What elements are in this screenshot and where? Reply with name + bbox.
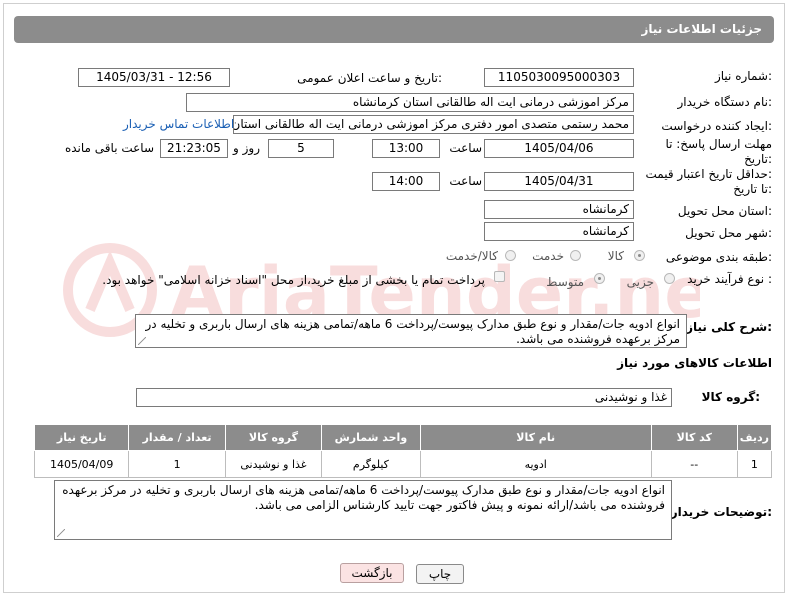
resize-grip-icon[interactable]	[57, 529, 65, 537]
cell-row: 1	[736, 450, 773, 478]
col-group: گروه کالا	[224, 424, 323, 451]
category-option-service: خدمت	[532, 249, 564, 263]
cell-code: --	[650, 450, 738, 478]
page-title: جزئیات اطلاعات نیاز	[641, 22, 762, 36]
buyer-notes-label: توضیحات خریدار:	[670, 505, 772, 519]
buyer-contact-link[interactable]: اطلاعات تماس خریدار	[123, 117, 234, 131]
process-option-medium: متوسط	[546, 275, 584, 289]
category-radio-goods[interactable]	[634, 250, 645, 261]
cell-qty: 1	[128, 450, 226, 478]
process-option-minor: جزیی	[626, 275, 654, 289]
cell-name: ادویه	[419, 450, 652, 478]
announce-field[interactable]: 1405/03/31 - 12:56	[78, 68, 230, 87]
buyer-notes-textarea[interactable]: انواع ادویه جات/مقدار و نوع طبق مدارک پی…	[54, 480, 672, 540]
creator-label: ایجاد کننده درخواست:	[661, 119, 772, 133]
description-text: انواع ادویه جات/مقدار و نوع طبق مدارک پی…	[145, 317, 680, 346]
remaining-time-field[interactable]: 21:23:05	[160, 139, 228, 158]
goods-table-header-row: ردیف کد کالا نام کالا واحد شمارش گروه کا…	[33, 424, 773, 451]
category-radio-service[interactable]	[570, 250, 581, 261]
process-label: نوع فرآیند خرید :	[687, 272, 772, 286]
process-radio-medium[interactable]	[594, 273, 605, 284]
col-date: تاریخ نیاز	[33, 424, 130, 451]
deadline-date-field[interactable]: 1405/04/06	[484, 139, 634, 158]
page-header: جزئیات اطلاعات نیاز	[14, 16, 774, 43]
deadline-label-date: تاریخ:	[744, 152, 772, 166]
validity-label: حداقل تاریخ اعتبار قیمت:	[645, 167, 772, 181]
treasury-payment-note: پرداخت تمام یا بخشی از مبلغ خرید،از محل …	[102, 273, 485, 287]
need-number-field[interactable]: 1105030095000303	[484, 68, 634, 87]
buyer-label: نام دستگاه خریدار:	[677, 95, 773, 109]
buyer-field[interactable]: مرکز اموزشی درمانی ایت اله طالقانی استان…	[186, 93, 634, 112]
category-option-goods: کالا	[607, 249, 624, 263]
goods-section-title: اطلاعات کالاهای مورد نیاز	[617, 356, 772, 370]
goods-group-label: گروه کالا:	[701, 390, 760, 404]
need-number-label: شماره نیاز:	[714, 69, 772, 83]
creator-field[interactable]: محمد رستمی متصدی امور دفتری مرکز اموزشی …	[233, 115, 634, 134]
province-label: استان محل تحویل:	[677, 204, 772, 218]
days-label: روز و	[233, 141, 260, 155]
col-unit: واحد شمارش	[321, 424, 421, 451]
validity-time-field[interactable]: 14:00	[372, 172, 440, 191]
announce-label: تاریخ و ساعت اعلان عمومی:	[297, 71, 442, 85]
city-label: شهر محل تحویل:	[685, 226, 772, 240]
cell-unit: کیلوگرم	[321, 450, 421, 478]
goods-table: ردیف کد کالا نام کالا واحد شمارش گروه کا…	[33, 424, 773, 478]
deadline-label: مهلت ارسال پاسخ: تا	[665, 137, 772, 151]
col-qty: تعداد / مقدار	[128, 424, 226, 451]
province-field[interactable]: کرمانشاه	[484, 200, 634, 219]
cell-date: 1405/04/09	[33, 450, 130, 478]
cell-group: غذا و نوشیدنی	[224, 450, 323, 478]
deadline-time-field[interactable]: 13:00	[372, 139, 440, 158]
category-radio-goods-service[interactable]	[505, 250, 516, 261]
goods-group-field[interactable]: غذا و نوشیدنی	[136, 388, 672, 407]
validity-label-date: تا تاریخ:	[733, 182, 772, 196]
buyer-notes-text: انواع ادویه جات/مقدار و نوع طبق مدارک پی…	[62, 483, 665, 512]
description-label: شرح کلی نیاز:	[686, 320, 772, 334]
remaining-label: ساعت باقی مانده	[64, 141, 154, 155]
deadline-time-label: ساعت	[449, 141, 482, 155]
back-button[interactable]: بازگشت	[340, 563, 404, 583]
col-code: کد کالا	[650, 424, 738, 451]
days-field[interactable]: 5	[268, 139, 334, 158]
print-button[interactable]: چاپ	[416, 564, 464, 584]
process-radio-minor[interactable]	[664, 273, 675, 284]
treasury-payment-checkbox[interactable]	[494, 271, 505, 282]
col-row: ردیف	[736, 424, 773, 451]
description-textarea[interactable]: انواع ادویه جات/مقدار و نوع طبق مدارک پی…	[135, 314, 687, 348]
category-option-goods-service: کالا/خدمت	[445, 249, 498, 263]
city-field[interactable]: کرمانشاه	[484, 222, 634, 241]
validity-time-label: ساعت	[449, 174, 482, 188]
table-row[interactable]: 1 -- ادویه کیلوگرم غذا و نوشیدنی 1 1405/…	[33, 450, 773, 478]
validity-date-field[interactable]: 1405/04/31	[484, 172, 634, 191]
resize-grip-icon[interactable]	[138, 337, 146, 345]
category-label: طبقه بندی موضوعی:	[665, 250, 772, 264]
col-name: نام کالا	[419, 424, 652, 451]
